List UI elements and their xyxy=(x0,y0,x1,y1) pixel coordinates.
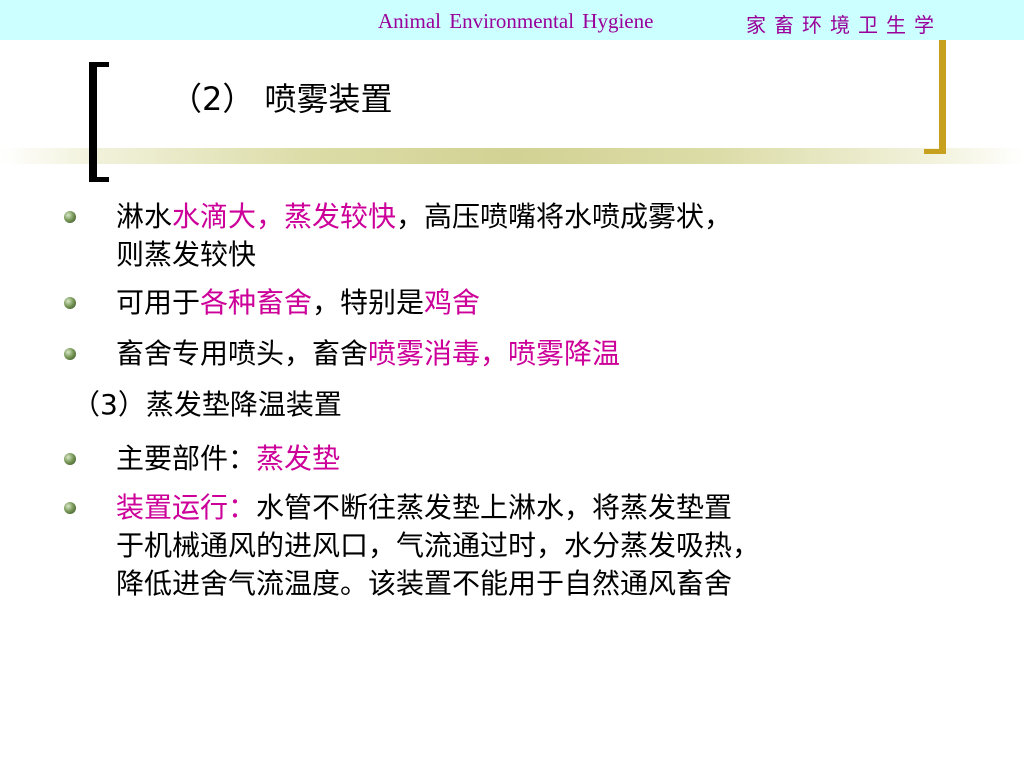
bullet-text-continuation: 降低进舍气流温度。该装置不能用于自然通风畜舍 xyxy=(116,567,733,600)
highlighted-text: 蒸发垫 xyxy=(256,442,341,475)
bullet-icon xyxy=(64,211,76,223)
bullet-text: 淋水水滴大，蒸发较快，高压喷嘴将水喷成雾状， xyxy=(116,200,733,233)
bullet-text-continuation: 于机械通风的进风口，气流通过时，水分蒸发吸热， xyxy=(116,529,761,562)
bullet-icon xyxy=(64,348,76,360)
highlighted-text: 水滴大，蒸发较快 xyxy=(172,200,397,233)
course-title-chinese: 家畜环境卫生学 xyxy=(746,13,942,37)
highlighted-text: 鸡舍 xyxy=(424,286,481,319)
highlighted-text: 装置运行： xyxy=(116,491,257,524)
bullet-text: 可用于各种畜舍，特别是鸡舍 xyxy=(116,286,481,319)
bullet-icon xyxy=(64,453,76,465)
highlighted-text: 喷雾消毒，喷雾降温 xyxy=(368,337,621,370)
bullet-text: 畜舍专用喷头，畜舍喷雾消毒，喷雾降温 xyxy=(116,337,621,370)
bullet-icon xyxy=(64,297,76,309)
bullet-text: 主要部件：蒸发垫 xyxy=(116,442,341,475)
header-bar: Animal Environmental Hygiene 家畜环境卫生学 xyxy=(0,0,1024,40)
slide-title: （2） 喷雾装置 xyxy=(170,80,393,118)
decorative-band xyxy=(0,148,1024,164)
section-heading: （3）蒸发垫降温装置 xyxy=(72,388,342,421)
bullet-text-continuation: 则蒸发较快 xyxy=(116,238,257,271)
right-bracket-decoration xyxy=(924,40,946,154)
highlighted-text: 各种畜舍 xyxy=(200,286,313,319)
course-title-english: Animal Environmental Hygiene xyxy=(378,9,654,33)
bullet-text: 装置运行：水管不断往蒸发垫上淋水，将蒸发垫置 xyxy=(116,491,733,524)
bullet-icon xyxy=(64,502,76,514)
left-bracket-decoration xyxy=(89,62,109,182)
